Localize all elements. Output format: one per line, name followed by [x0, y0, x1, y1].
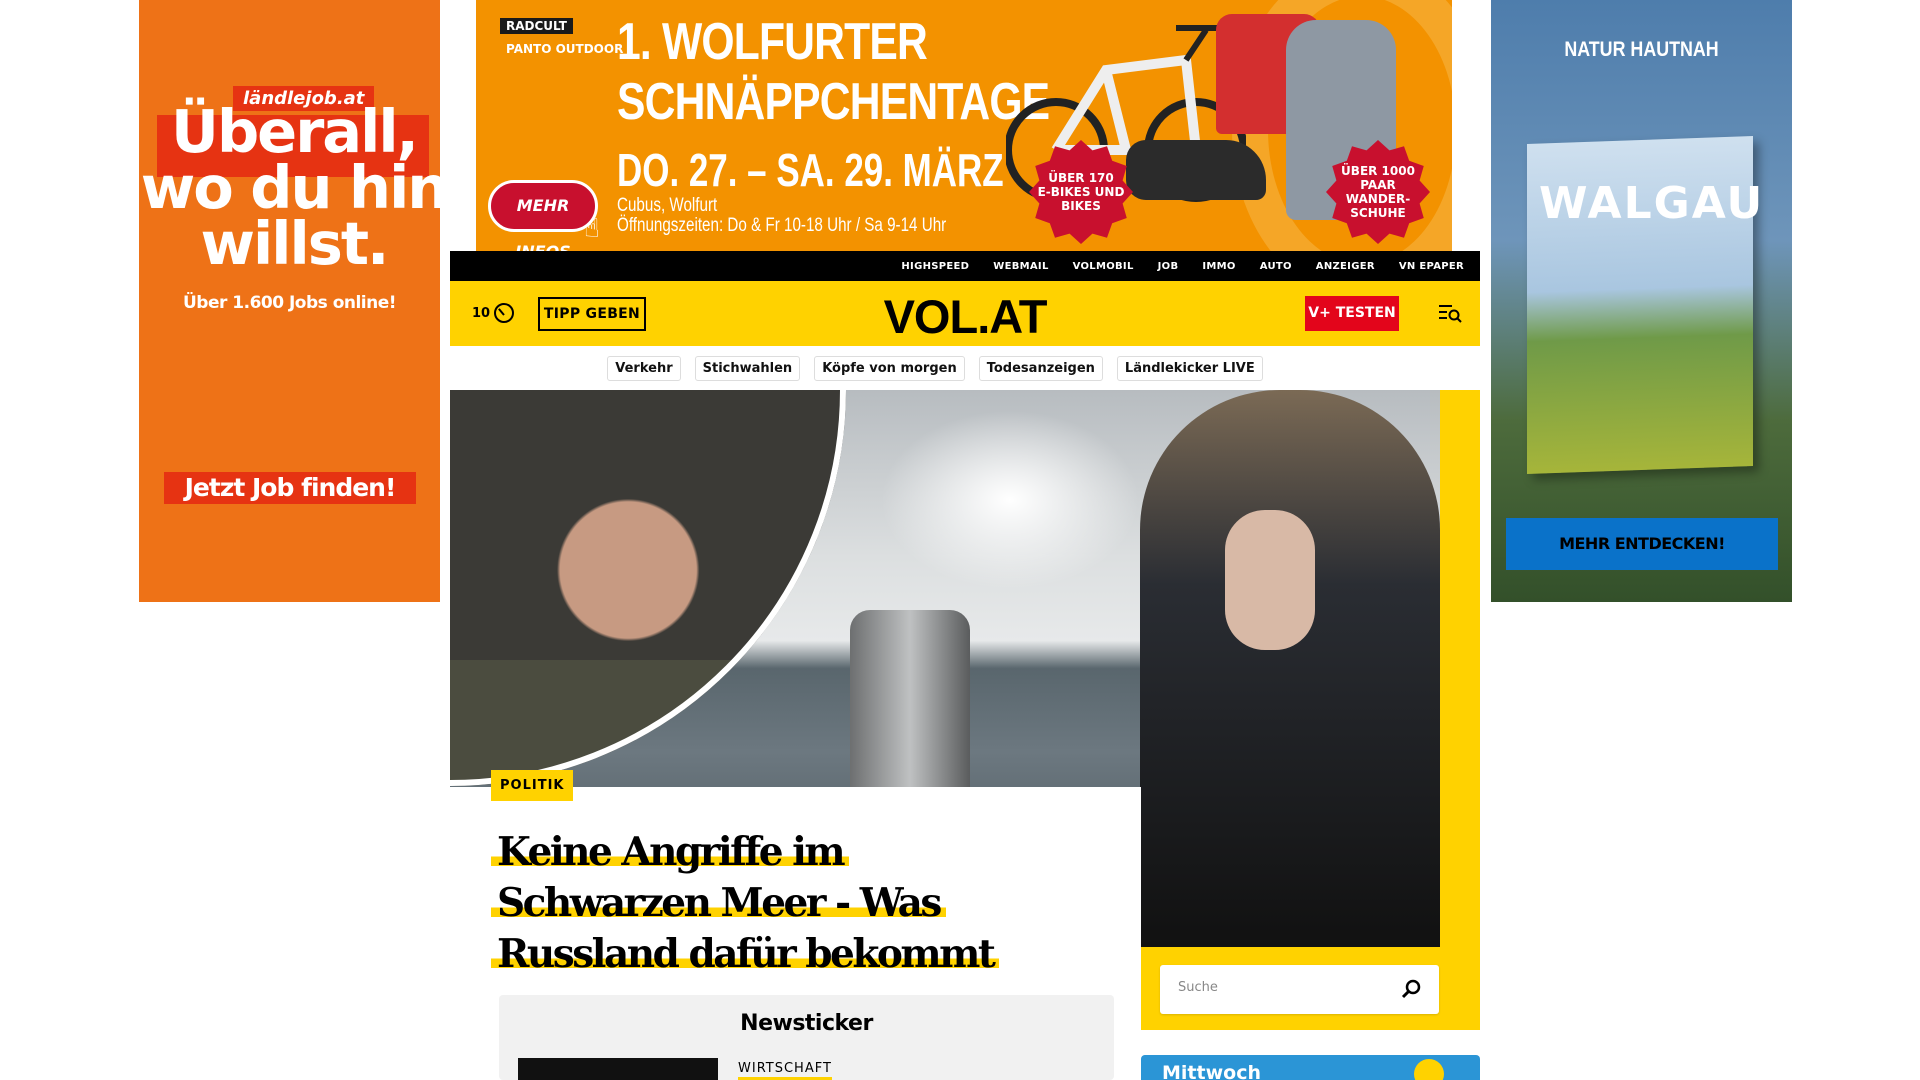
topic-pill-koepfe-von-morgen[interactable]: Köpfe von morgen: [814, 355, 965, 381]
menu-search-icon[interactable]: [1438, 303, 1462, 323]
news-counter[interactable]: 10: [472, 303, 515, 323]
utility-link-job[interactable]: JOB: [1158, 261, 1179, 272]
topic-pill-stichwahlen[interactable]: Stichwahlen: [694, 355, 801, 381]
utility-link-anzeiger[interactable]: ANZEIGER: [1316, 261, 1375, 272]
utility-link-webmail[interactable]: WEBMAIL: [993, 261, 1048, 272]
ad-subline: Über 1.600 Jobs online!: [182, 293, 397, 313]
ad-location: Cubus, Wolfurt Öffnungszeiten: Do & Fr 1…: [617, 195, 947, 236]
magazine-title: WALGAU: [1539, 178, 1765, 229]
topic-pill-laendlekicker-live[interactable]: Ländlekicker LIVE: [1116, 355, 1263, 381]
newsticker-thumbnail[interactable]: [518, 1058, 718, 1080]
hero-cloud: [880, 410, 1140, 590]
newsticker-category[interactable]: WIRTSCHAFT: [738, 1061, 832, 1080]
mehr-infos-button[interactable]: MEHR INFOS: [488, 180, 598, 251]
radcult-logo: RADCULT: [500, 18, 573, 34]
search-box: [1160, 965, 1439, 1014]
ad-title: 1. WOLFURTER SCHNÄPPCHENTAGE: [617, 13, 1050, 131]
ad-right-title: NATUR HAUTNAH: [1564, 38, 1719, 61]
ad-headline: Überall, wo du hin willst.: [140, 97, 440, 278]
utility-link-immo[interactable]: IMMO: [1202, 261, 1235, 272]
panto-logo: PANTO OUTDOOR: [506, 42, 624, 56]
ad-laendlejob[interactable]: ländlejob.at Überall, wo du hin willst. …: [139, 0, 440, 602]
vplus-testen-button[interactable]: V+ TESTEN: [1305, 296, 1399, 331]
utility-nav: HIGHSPEED WEBMAIL VOLMOBIL JOB IMMO AUTO…: [450, 251, 1480, 281]
hero-headline-text: Keine Angriffe im Schwarzen Meer - Was R…: [491, 829, 1000, 977]
tipp-geben-button[interactable]: TIPP GEBEN: [538, 297, 646, 331]
ad-walgau[interactable]: NATUR HAUTNAH WALGAU MEHR ENTDECKEN!: [1491, 0, 1792, 602]
topic-nav: Verkehr Stichwahlen Köpfe von morgen Tod…: [450, 346, 1480, 390]
news-count: 10: [472, 305, 491, 321]
weather-widget[interactable]: Mittwoch: [1141, 1055, 1480, 1080]
topic-pill-todesanzeigen[interactable]: Todesanzeigen: [978, 355, 1103, 381]
utility-link-volmobil[interactable]: VOLMOBIL: [1073, 261, 1134, 272]
hero-face-right: [1225, 510, 1315, 650]
clock-icon: [494, 303, 515, 323]
utility-link-highspeed[interactable]: HIGHSPEED: [901, 261, 969, 272]
ad-cta-button[interactable]: Jetzt Job finden!: [164, 472, 416, 504]
hero-person-right: [1140, 390, 1440, 947]
ad-schnaeppchentage-banner[interactable]: RADCULT PANTO OUTDOOR 1. WOLFURTER SCHNÄ…: [476, 0, 1452, 251]
newsticker: Newsticker WIRTSCHAFT: [499, 995, 1114, 1080]
utility-link-auto[interactable]: AUTO: [1260, 261, 1292, 272]
weather-day: Mittwoch: [1162, 1062, 1261, 1080]
sun-icon: [1414, 1059, 1444, 1080]
utility-link-vn-epaper[interactable]: VN EPAPER: [1399, 261, 1464, 272]
pointer-hand-icon: ☝: [584, 214, 600, 244]
hero-circle-frame: [450, 390, 846, 786]
newsticker-title: Newsticker: [740, 1011, 873, 1036]
ad-dates: DO. 27. – SA. 29. MÄRZ: [617, 144, 1004, 196]
hero-headline[interactable]: Keine Angriffe im Schwarzen Meer - Was R…: [491, 827, 1051, 980]
site-header: 10 TIPP GEBEN VOL.AT V+ TESTEN: [450, 281, 1480, 346]
mehr-entdecken-button[interactable]: MEHR ENTDECKEN!: [1506, 518, 1778, 570]
shoe-image: [1126, 140, 1266, 200]
topic-pill-verkehr[interactable]: Verkehr: [607, 355, 681, 381]
search-input[interactable]: [1176, 979, 1396, 996]
search-icon[interactable]: [1400, 978, 1422, 1000]
category-tag[interactable]: POLITIK: [491, 770, 574, 801]
